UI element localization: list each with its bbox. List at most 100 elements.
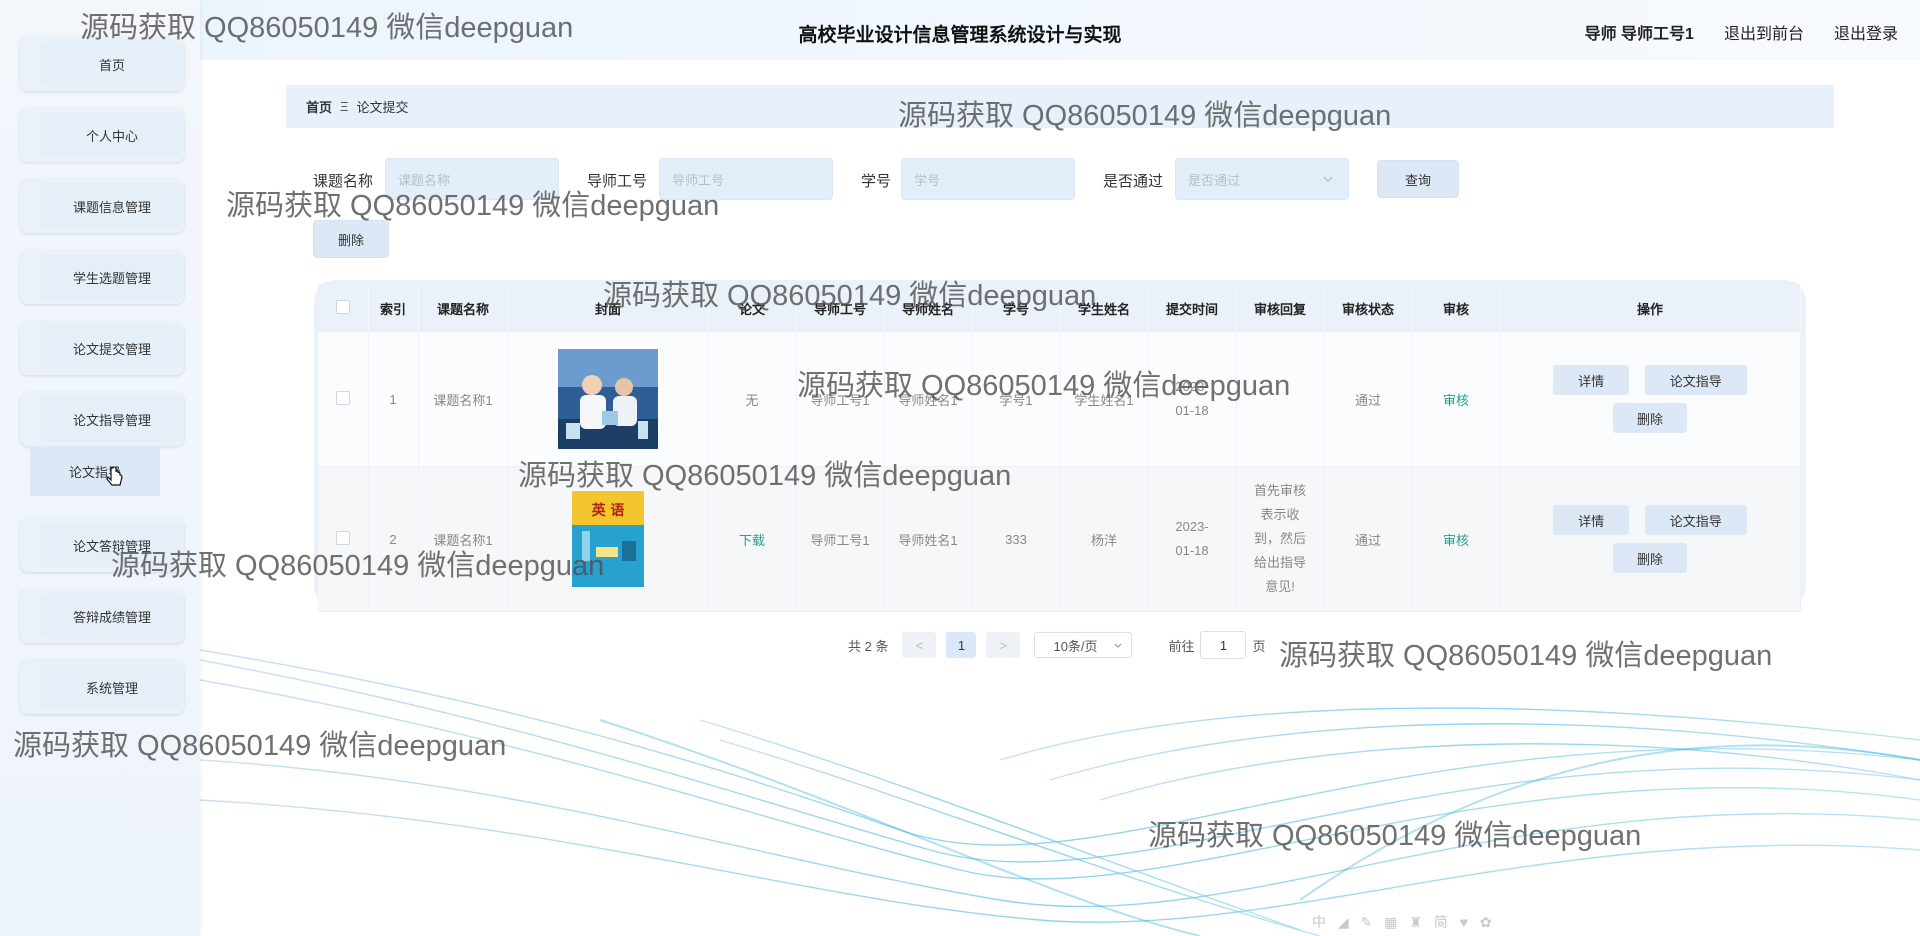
column-header: 提交时间 (1148, 284, 1237, 332)
table-header-row: 索引 课题名称 封面 论文 导师工号 导师姓名 学号 学生姓名 提交时间 审核回… (318, 284, 1801, 332)
teacher-name-cell: 导师姓名1 (884, 466, 973, 612)
sidebar-item-system[interactable]: 系统管理 (20, 660, 184, 714)
query-button[interactable]: 查询 (1377, 160, 1459, 198)
back-to-front-link[interactable]: 退出到前台 (1724, 20, 1804, 44)
student-id-cell: 学号1 (972, 332, 1061, 467)
input-method-toolbar: 中 ◢ ✎ ▦ ♜ 简 ♥ ✿ (1312, 914, 1496, 930)
review-reply-cell (1236, 332, 1325, 467)
prev-page-button[interactable]: < (902, 632, 937, 658)
course-cell: 课题名称1 (418, 466, 509, 612)
student-name-cell: 杨洋 (1060, 466, 1149, 612)
top-header: 高校毕业设计信息管理系统设计与实现 导师 导师工号1 退出到前台 退出登录 (0, 0, 1920, 60)
actions-cell: 详情 论文指导 删除 (1500, 332, 1801, 467)
column-header: 审核状态 (1324, 284, 1413, 332)
page-size-value: 10条/页 (1053, 638, 1098, 654)
mouse-cursor-icon (106, 467, 123, 486)
goto-label: 前往 (1168, 638, 1195, 654)
column-header: 学号 (972, 284, 1061, 332)
cover-title: 英 语 (591, 502, 625, 519)
goto-page-input[interactable]: 1 (1200, 631, 1247, 659)
paper-guidance-button[interactable]: 论文指导 (1644, 505, 1747, 535)
sidebar-item-label: 学生选题管理 (40, 254, 184, 300)
column-header: 学生姓名 (1060, 284, 1149, 332)
student-id-label: 学号 (861, 173, 892, 190)
column-header: 导师姓名 (884, 284, 973, 332)
submit-time-cell: 2023-01-18 (1148, 466, 1237, 612)
column-header: 论文 (708, 284, 797, 332)
actions-cell: 详情 论文指导 删除 (1500, 466, 1801, 612)
data-table: 索引 课题名称 封面 论文 导师工号 导师姓名 学号 学生姓名 提交时间 审核回… (314, 280, 1806, 612)
column-header: 导师工号 (796, 284, 885, 332)
row-select-cell[interactable] (318, 332, 369, 467)
page-suffix: 页 (1252, 638, 1266, 654)
student-id-placeholder: 学号 (914, 172, 941, 188)
column-header: 索引 (368, 284, 419, 332)
select-all-checkbox[interactable] (335, 299, 350, 314)
passed-select[interactable]: 是否通过 (1175, 158, 1349, 200)
course-name-input[interactable]: 课题名称 (385, 158, 559, 200)
review-status-cell: 通过 (1324, 466, 1413, 612)
audit-link[interactable]: 审核 (1412, 466, 1501, 612)
passed-placeholder: 是否通过 (1188, 172, 1241, 188)
breadcrumb-home[interactable]: 首页 (306, 97, 332, 116)
breadcrumb: 首页 Ξ 论文提交 (286, 85, 1834, 128)
sidebar-item-label: 论文答辩管理 (40, 522, 184, 568)
sidebar: 首页 个人中心 课题信息管理 学生选题管理 论文提交管理 论文指导管理 论文指导… (0, 0, 200, 936)
teacher-id-cell: 导师工号1 (796, 466, 885, 612)
header-actions: 导师 导师工号1 退出到前台 退出登录 (1585, 20, 1898, 44)
sidebar-item-course-info[interactable]: 课题信息管理 (20, 179, 184, 233)
course-name-label: 课题名称 (313, 173, 374, 190)
sidebar-item-defense-score[interactable]: 答辩成绩管理 (20, 589, 184, 643)
column-header: 课题名称 (418, 284, 509, 332)
cover-image-english-book[interactable]: 英 语 (572, 491, 644, 587)
user-label: 导师 导师工号1 (1584, 26, 1694, 43)
index-cell: 2 (368, 466, 419, 612)
submit-time-cell: 2023-01-18 (1148, 332, 1237, 467)
delete-button[interactable]: 删除 (313, 220, 389, 258)
sidebar-item-profile[interactable]: 个人中心 (20, 108, 184, 162)
sidebar-item-student-selection[interactable]: 学生选题管理 (20, 250, 184, 304)
chevron-down-icon (1323, 176, 1333, 182)
sidebar-item-label: 个人中心 (40, 112, 184, 158)
sidebar-item-paper-submission[interactable]: 论文提交管理 (20, 321, 184, 375)
student-name-cell: 学生姓名1 (1060, 332, 1149, 467)
logout-link[interactable]: 退出登录 (1834, 20, 1898, 44)
audit-link[interactable]: 审核 (1412, 332, 1501, 467)
teacher-id-input[interactable]: 导师工号 (659, 158, 833, 200)
select-all-cell[interactable] (318, 284, 369, 332)
student-id-input[interactable]: 学号 (901, 158, 1075, 200)
row-delete-button[interactable]: 删除 (1613, 543, 1687, 573)
course-cell: 课题名称1 (418, 332, 509, 467)
table-row: 2 课题名称1 英 语 下载 导师工号1 导师姓名1 333 杨洋 2023-0… (318, 466, 1801, 612)
row-checkbox[interactable] (335, 390, 350, 405)
paper-download-link[interactable]: 下载 (708, 466, 797, 612)
passed-label: 是否通过 (1103, 173, 1164, 190)
row-delete-button[interactable]: 删除 (1613, 403, 1687, 433)
page-size-select[interactable]: 10条/页 (1034, 632, 1133, 658)
column-header: 审核回复 (1236, 284, 1325, 332)
cover-cell: 英 语 (508, 466, 709, 612)
sidebar-item-label: 课题信息管理 (40, 183, 184, 229)
sidebar-item-label: 论文提交管理 (40, 325, 184, 371)
detail-button[interactable]: 详情 (1553, 365, 1630, 395)
next-page-button[interactable]: > (986, 632, 1021, 658)
column-header: 审核 (1412, 284, 1501, 332)
review-reply-cell: 首先审核表示收到，然后给出指导意见! (1236, 466, 1325, 612)
sidebar-item-defense[interactable]: 论文答辩管理 (20, 518, 184, 572)
total-count: 共 2 条 (848, 638, 889, 654)
row-select-cell[interactable] (318, 466, 369, 612)
paper-cell: 无 (708, 332, 797, 467)
detail-button[interactable]: 详情 (1553, 505, 1630, 535)
teacher-id-label: 导师工号 (587, 173, 648, 190)
breadcrumb-current: 论文提交 (356, 100, 409, 115)
page-number-button[interactable]: 1 (946, 632, 977, 658)
teacher-id-placeholder: 导师工号 (672, 172, 725, 188)
paper-guidance-button[interactable]: 论文指导 (1644, 365, 1747, 395)
teacher-id-cell: 导师工号1 (796, 332, 885, 467)
row-checkbox[interactable] (335, 530, 350, 545)
cover-image-lab[interactable] (558, 349, 658, 449)
sidebar-item-paper-guidance[interactable]: 论文指导管理 (20, 392, 184, 446)
sidebar-item-home[interactable]: 首页 (20, 37, 184, 91)
index-cell: 1 (368, 332, 419, 467)
submenu-item-paper-guidance[interactable]: 论文指导 (30, 446, 160, 496)
